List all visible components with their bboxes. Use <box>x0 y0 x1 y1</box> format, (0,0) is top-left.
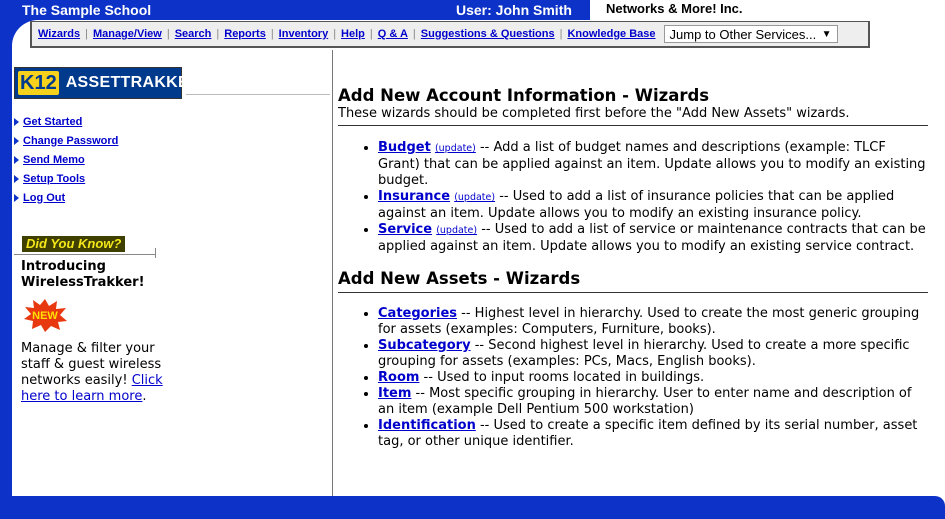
footer-bar <box>0 496 945 519</box>
list-item: Item -- Most specific grouping in hierar… <box>378 386 928 418</box>
logo-k12: K12 <box>17 70 60 96</box>
sidebar-item-log-out[interactable]: Log Out <box>14 188 118 207</box>
list-item: Room -- Used to input rooms located in b… <box>378 370 928 386</box>
did-you-know-header: Did You Know? <box>14 236 156 255</box>
identification-wizard-link[interactable]: Identification <box>378 418 476 433</box>
promo-title: Introducing WirelessTrakker! <box>21 259 145 290</box>
sidebar-link-label[interactable]: Log Out <box>23 192 65 204</box>
sidebar-link-label[interactable]: Change Password <box>23 135 118 147</box>
nav-reports[interactable]: Reports <box>224 28 266 40</box>
jump-select-value: Jump to Other Services... <box>669 26 817 42</box>
assettrakker-logo: K12 ASSETTRAKKER <box>14 67 201 99</box>
section-divider <box>338 292 928 293</box>
budget-update-link[interactable]: (update) <box>435 143 476 154</box>
nav-suggestions[interactable]: Suggestions & Questions <box>421 28 555 40</box>
school-name: The Sample School <box>22 2 152 18</box>
section-account-subtitle: These wizards should be completed first … <box>338 106 850 121</box>
asset-wizard-list: Categories -- Highest level in hierarchy… <box>338 306 928 450</box>
room-wizard-link[interactable]: Room <box>378 370 419 385</box>
subcategory-wizard-link[interactable]: Subcategory <box>378 338 471 353</box>
arrow-right-icon <box>14 193 19 202</box>
list-item: Subcategory -- Second highest level in h… <box>378 338 928 370</box>
section-account-title: Add New Account Information - Wizards <box>338 86 710 105</box>
main-content: Add New Account Information - Wizards Th… <box>338 86 928 450</box>
sidebar-links: Get Started Change Password Send Memo Se… <box>14 112 118 207</box>
list-item: Categories -- Highest level in hierarchy… <box>378 306 928 338</box>
nav-inventory[interactable]: Inventory <box>279 28 329 40</box>
arrow-right-icon <box>14 136 19 145</box>
promo-text: Manage & filter your staff & guest wirel… <box>21 341 163 404</box>
categories-wizard-link[interactable]: Categories <box>378 306 457 321</box>
arrow-right-icon <box>14 117 19 126</box>
logo-divider <box>186 94 330 95</box>
user-name: User: John Smith <box>456 2 572 18</box>
vendor-name: Networks & More! Inc. <box>606 1 743 16</box>
list-item: Budget (update) -- Add a list of budget … <box>378 140 928 189</box>
section-divider <box>338 125 928 126</box>
sidebar-item-send-memo[interactable]: Send Memo <box>14 150 118 169</box>
sidebar-item-get-started[interactable]: Get Started <box>14 112 118 131</box>
nav-manage-view[interactable]: Manage/View <box>93 28 162 40</box>
budget-wizard-link[interactable]: Budget <box>378 140 431 155</box>
arrow-right-icon <box>14 155 19 164</box>
service-update-link[interactable]: (update) <box>436 225 477 236</box>
logo-text: ASSETTRAKKER <box>65 74 201 91</box>
nav-wizards[interactable]: Wizards <box>38 28 80 40</box>
sidebar-item-change-password[interactable]: Change Password <box>14 131 118 150</box>
new-badge-text: NEW <box>32 310 58 322</box>
insurance-wizard-link[interactable]: Insurance <box>378 189 450 204</box>
dropdown-arrow-icon: ▼ <box>821 28 832 40</box>
nav-bar: Wizards | Manage/View | Search | Reports | I… <box>30 21 870 48</box>
sidebar-link-label[interactable]: Send Memo <box>23 154 85 166</box>
arrow-right-icon <box>14 174 19 183</box>
nav-knowledge-base[interactable]: Knowledge Base <box>567 28 655 40</box>
jump-services-select[interactable]: Jump to Other Services... ▼ <box>663 25 838 43</box>
nav-help[interactable]: Help <box>341 28 365 40</box>
service-wizard-link[interactable]: Service <box>378 222 432 237</box>
sidebar-link-label[interactable]: Get Started <box>23 116 82 128</box>
item-wizard-link[interactable]: Item <box>378 386 411 401</box>
list-item: Identification -- Used to create a speci… <box>378 418 928 450</box>
account-wizard-list: Budget (update) -- Add a list of budget … <box>338 140 928 255</box>
list-item: Service (update) -- Used to add a list o… <box>378 222 928 255</box>
new-burst-icon: NEW <box>24 299 67 332</box>
frame-left-edge <box>0 0 12 519</box>
column-divider <box>332 50 333 496</box>
list-item: Insurance (update) -- Used to add a list… <box>378 189 928 222</box>
sidebar-link-label[interactable]: Setup Tools <box>23 173 85 185</box>
nav-search[interactable]: Search <box>175 28 212 40</box>
nav-qa[interactable]: Q & A <box>378 28 408 40</box>
insurance-update-link[interactable]: (update) <box>454 192 495 203</box>
sidebar-item-setup-tools[interactable]: Setup Tools <box>14 169 118 188</box>
section-assets-title: Add New Assets - Wizards <box>338 269 581 288</box>
did-you-know-badge: Did You Know? <box>22 236 126 252</box>
